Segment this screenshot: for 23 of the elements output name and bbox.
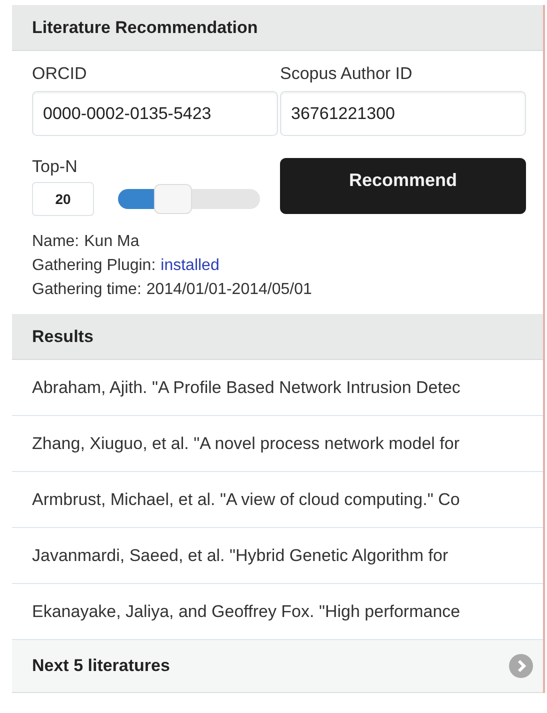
slider-thumb[interactable] — [154, 184, 192, 214]
info-value: 2014/01/01-2014/05/01 — [146, 280, 312, 300]
info-value: Kun Ma — [84, 232, 140, 252]
field-label: Scopus Author ID — [280, 63, 414, 85]
number-field[interactable]: 20 — [32, 182, 94, 216]
recommend-button[interactable]: Recommend — [280, 158, 526, 214]
plugin-link[interactable]: installed — [160, 254, 220, 278]
scopus-field[interactable]: 36761221300 — [280, 91, 526, 136]
result-item[interactable]: Abraham, Ajith. "A Profile Based Network Intrusion Detec — [12, 360, 543, 416]
orcid-field[interactable]: 0000-0002-0135-5423 — [32, 91, 278, 136]
field-label: Top-N — [32, 156, 78, 178]
next-button[interactable]: Next 5 literatures — [12, 640, 543, 693]
result-item[interactable]: Armbrust, Michael, et al. "A view of cloud computing." Co — [12, 472, 543, 528]
result-item[interactable]: Javanmardi, Saeed, et al. "Hybrid Genetic Algorithm for — [12, 528, 543, 584]
chevron-icon — [509, 654, 533, 678]
info-label: Gathering Plugin: — [32, 256, 156, 276]
results-title: Results — [32, 326, 94, 346]
info-label: Name: — [32, 232, 80, 252]
next-label: Next 5 literatures — [32, 656, 170, 676]
field-label: ORCID — [32, 63, 88, 85]
info-label: Gathering time: — [32, 280, 142, 300]
result-item[interactable]: Zhang, Xiuguo, et al. "A novel process network model for — [12, 416, 543, 472]
panel-title: Literature Recommendation — [32, 18, 258, 38]
